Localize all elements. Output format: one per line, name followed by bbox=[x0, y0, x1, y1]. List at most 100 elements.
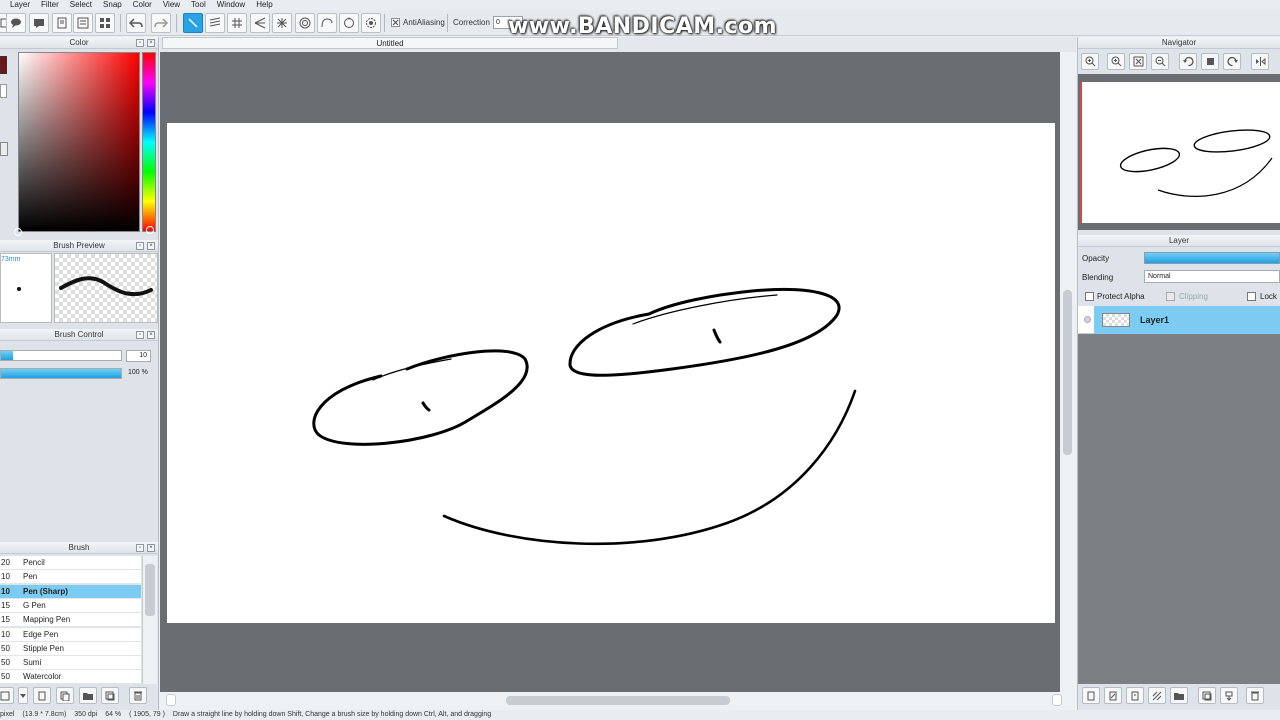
scroll-right-cap[interactable] bbox=[1052, 694, 1062, 706]
hue-slider[interactable] bbox=[142, 52, 156, 232]
radial-curve-snap-icon[interactable] bbox=[272, 13, 292, 33]
list-icon[interactable] bbox=[73, 13, 93, 33]
menu-filter[interactable]: Filter bbox=[41, 0, 59, 10]
brush-item-size: 15 bbox=[1, 615, 10, 625]
reset-rotation-icon[interactable] bbox=[1201, 53, 1219, 70]
brush-size-input[interactable]: 10 bbox=[126, 350, 151, 362]
color-saturation-value-square[interactable] bbox=[18, 52, 140, 232]
navigator-viewport[interactable] bbox=[1078, 74, 1280, 230]
clipping-label: Clipping bbox=[1179, 292, 1208, 301]
speech-icon[interactable] bbox=[6, 13, 26, 33]
blending-select[interactable]: Normal bbox=[1144, 270, 1280, 283]
brush-list-item[interactable]: 10 Pen bbox=[0, 570, 141, 585]
folder-icon[interactable] bbox=[79, 687, 97, 704]
brush-list-item[interactable]: 50 Watercolor bbox=[0, 670, 141, 685]
undo-icon[interactable] bbox=[126, 13, 146, 33]
lines-snap-icon[interactable] bbox=[205, 13, 225, 33]
menu-color[interactable]: Color bbox=[133, 0, 152, 10]
transparent-color-icon[interactable] bbox=[0, 142, 8, 156]
panel-close-icon[interactable]: × bbox=[147, 331, 155, 339]
opacity-slider[interactable] bbox=[1144, 252, 1280, 264]
layer-copy-icon[interactable] bbox=[1198, 687, 1216, 704]
panel-close-icon[interactable]: × bbox=[147, 39, 155, 47]
menu-tool[interactable]: Tool bbox=[191, 0, 206, 10]
clipping-checkbox[interactable] bbox=[1166, 292, 1175, 301]
color-picker-marker[interactable] bbox=[14, 228, 22, 236]
copy-brush-icon[interactable] bbox=[56, 687, 74, 704]
menu-select[interactable]: Select bbox=[70, 0, 92, 10]
delete-layer-icon[interactable] bbox=[1246, 687, 1264, 704]
menu-snap[interactable]: Snap bbox=[103, 0, 122, 10]
layer-folder-icon[interactable] bbox=[1170, 687, 1188, 704]
scroll-left-cap[interactable] bbox=[166, 694, 176, 706]
menu-layer[interactable]: Layer bbox=[10, 0, 30, 10]
selection-none-icon[interactable] bbox=[183, 13, 203, 33]
brush-list-item[interactable]: 15 G Pen bbox=[0, 598, 141, 613]
merge-down-icon[interactable] bbox=[1220, 687, 1238, 704]
panel-popout-icon[interactable]: ▫ bbox=[136, 544, 144, 552]
redo-icon[interactable] bbox=[151, 13, 171, 33]
brush-list-item[interactable]: 15 Mapping Pen bbox=[0, 613, 141, 628]
menu-help[interactable]: Help bbox=[256, 0, 272, 10]
layer-visibility-icon[interactable] bbox=[1084, 316, 1091, 323]
new-brush-icon[interactable] bbox=[33, 687, 51, 704]
radial-line-snap-icon[interactable] bbox=[250, 13, 270, 33]
toolbar-divider bbox=[120, 14, 121, 32]
protect-alpha-checkbox[interactable] bbox=[1085, 292, 1094, 301]
brush-settings-icon[interactable] bbox=[0, 687, 14, 704]
grid-layout-icon[interactable] bbox=[95, 13, 115, 33]
secondary-color-swatch[interactable] bbox=[0, 84, 7, 98]
duplicate-icon[interactable] bbox=[101, 687, 119, 704]
canvas-horizontal-scroll-thumb[interactable] bbox=[506, 696, 730, 705]
flip-horizontal-icon[interactable] bbox=[1251, 53, 1269, 70]
brush-density-slider[interactable] bbox=[0, 368, 122, 379]
brush-control-title: Brush Control bbox=[0, 329, 158, 341]
panel-close-icon[interactable]: × bbox=[147, 544, 155, 552]
trash-icon[interactable] bbox=[129, 687, 147, 704]
zoom-out-icon[interactable] bbox=[1151, 53, 1169, 70]
antialiasing-checkbox[interactable] bbox=[391, 18, 400, 27]
new-layer-folder-icon[interactable] bbox=[1126, 687, 1144, 704]
zoom-in-icon[interactable] bbox=[1081, 53, 1099, 70]
rotate-right-icon[interactable] bbox=[1223, 53, 1241, 70]
curve-snap-icon[interactable] bbox=[317, 13, 337, 33]
settings-snap-icon[interactable] bbox=[361, 13, 381, 33]
primary-color-swatch[interactable] bbox=[0, 56, 7, 74]
panel-popout-icon[interactable]: ▫ bbox=[136, 331, 144, 339]
brush-list-item[interactable]: 10 Pen (Sharp) bbox=[0, 584, 141, 599]
tone-layer-icon[interactable] bbox=[1148, 687, 1166, 704]
hue-marker[interactable] bbox=[146, 226, 154, 234]
brush-list-scrollbar[interactable] bbox=[142, 556, 157, 684]
layer-row[interactable]: Layer1 bbox=[1078, 306, 1280, 334]
brush-item-size: 15 bbox=[1, 600, 10, 610]
panel-popout-icon[interactable]: ▫ bbox=[136, 39, 144, 47]
brush-size-slider[interactable] bbox=[0, 350, 122, 361]
new-layer-icon[interactable] bbox=[1082, 687, 1100, 704]
document-icon[interactable] bbox=[52, 13, 72, 33]
menu-window[interactable]: Window bbox=[217, 0, 245, 10]
navigator-thumbnail-strokes bbox=[1119, 129, 1273, 197]
dropdown-arrow-icon[interactable] bbox=[18, 687, 28, 704]
lock-checkbox[interactable] bbox=[1247, 292, 1256, 301]
drawing-canvas[interactable] bbox=[167, 123, 1055, 623]
brush-list-item[interactable]: 10 Edge Pen bbox=[0, 627, 141, 642]
concentric-snap-icon[interactable] bbox=[295, 13, 315, 33]
grid-snap-icon[interactable] bbox=[227, 13, 247, 33]
rotate-left-icon[interactable] bbox=[1179, 53, 1197, 70]
comment-icon[interactable] bbox=[29, 13, 49, 33]
fit-window-icon[interactable] bbox=[1129, 53, 1147, 70]
brush-list-item[interactable]: 50 Sumi bbox=[0, 656, 141, 671]
canvas-vertical-scroll-thumb[interactable] bbox=[1063, 290, 1072, 455]
panel-close-icon[interactable]: × bbox=[147, 242, 155, 250]
status-hint: Draw a straight line by holding down Shi… bbox=[172, 711, 492, 718]
new-vector-layer-icon[interactable] bbox=[1104, 687, 1122, 704]
panel-popout-icon[interactable]: ▫ bbox=[136, 242, 144, 250]
circle-snap-icon[interactable] bbox=[339, 13, 359, 33]
brush-list-scroll-thumb[interactable] bbox=[145, 564, 155, 616]
document-tab[interactable]: Untitled bbox=[162, 37, 618, 49]
zoom-in-alt-icon[interactable] bbox=[1107, 53, 1125, 70]
correction-label: Correction bbox=[453, 18, 490, 27]
menu-view[interactable]: View bbox=[163, 0, 180, 10]
brush-list-item[interactable]: 20 Pencil bbox=[0, 556, 141, 570]
brush-list-item[interactable]: 50 Stipple Pen bbox=[0, 641, 141, 656]
